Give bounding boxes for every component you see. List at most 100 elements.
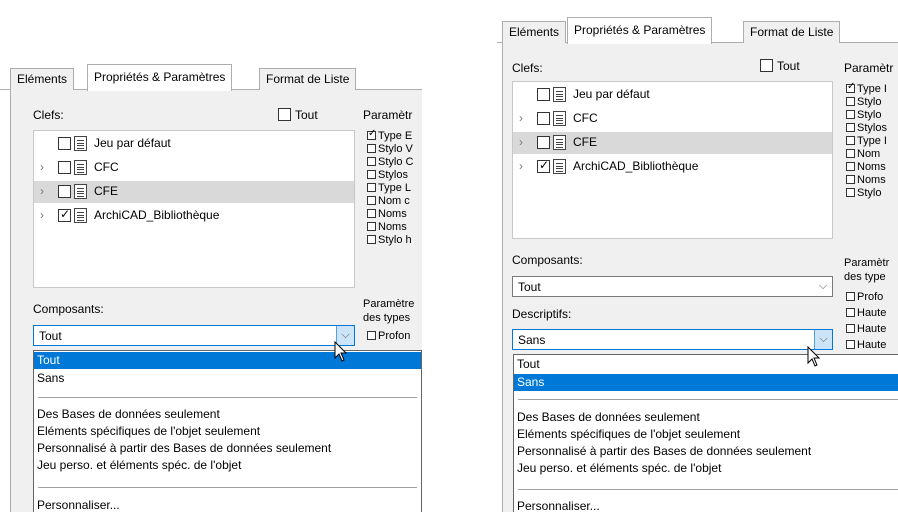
tout-checkbox[interactable] bbox=[760, 59, 773, 72]
param-item[interactable]: Nom bbox=[846, 148, 880, 161]
tab-properties-parameters[interactable]: Propriétés & Paramètres bbox=[567, 17, 713, 44]
checkbox[interactable] bbox=[58, 185, 71, 198]
param-item[interactable]: Noms bbox=[846, 161, 886, 174]
param-item[interactable]: Noms bbox=[367, 221, 407, 234]
chevron-right-icon[interactable]: › bbox=[519, 111, 529, 125]
tree-item-archicad-library[interactable]: › ArchiCAD_Bibliothèque bbox=[34, 205, 354, 227]
checkbox[interactable] bbox=[846, 123, 855, 132]
dropdown-option-customize[interactable]: Personnaliser... bbox=[514, 498, 898, 512]
checkbox[interactable] bbox=[367, 209, 376, 218]
checkbox[interactable] bbox=[367, 157, 376, 166]
param-type-item[interactable]: Haute bbox=[846, 307, 886, 320]
checkbox[interactable] bbox=[58, 161, 71, 174]
dropdown-option-all[interactable]: Tout bbox=[514, 356, 898, 373]
dropdown-option-custom-from-databases[interactable]: Personnalisé à partir des Bases de donné… bbox=[514, 443, 898, 460]
param-type-item[interactable]: Profo bbox=[846, 291, 883, 304]
chevron-right-icon[interactable]: › bbox=[40, 208, 50, 222]
dropdown-option-custom-set-and-object[interactable]: Jeu perso. et éléments spéc. de l'objet bbox=[514, 460, 898, 477]
param-item[interactable]: Stylo h bbox=[367, 234, 412, 247]
param-type-item[interactable]: Haute bbox=[846, 339, 886, 352]
checkbox[interactable] bbox=[846, 324, 855, 333]
tree-item-default-set[interactable]: Jeu par défaut bbox=[513, 84, 832, 106]
checkbox-checked[interactable] bbox=[58, 207, 71, 222]
chevron-right-icon[interactable]: › bbox=[519, 159, 529, 173]
checkbox[interactable] bbox=[537, 136, 550, 149]
keys-tree[interactable]: Jeu par défaut › CFC › CFE › ArchiCAD_Bi… bbox=[512, 81, 833, 239]
param-item[interactable]: Nom c bbox=[367, 195, 410, 208]
checkbox[interactable] bbox=[846, 188, 855, 197]
checkbox[interactable] bbox=[367, 170, 376, 179]
checkbox[interactable] bbox=[846, 110, 855, 119]
dropdown-option-none[interactable]: Sans bbox=[34, 370, 421, 387]
checkbox[interactable] bbox=[846, 308, 855, 317]
dropdown-option-object-specific-only[interactable]: Eléments spécifiques de l'objet seulemen… bbox=[514, 426, 898, 443]
tree-item-archicad-library[interactable]: › ArchiCAD_Bibliothèque bbox=[513, 156, 832, 178]
tab-properties-parameters[interactable]: Propriétés & Paramètres bbox=[87, 64, 233, 91]
param-label: Profon bbox=[378, 330, 411, 342]
param-item[interactable]: Type L bbox=[367, 182, 411, 195]
param-type-item[interactable]: Profon bbox=[367, 330, 410, 343]
chevron-right-icon[interactable]: › bbox=[40, 184, 50, 198]
param-type-item[interactable]: Haute bbox=[846, 323, 886, 336]
components-dropdown[interactable]: Tout Sans Des Bases de données seulement… bbox=[33, 350, 422, 512]
components-select[interactable]: Tout ⌵ bbox=[512, 276, 833, 297]
checkbox[interactable] bbox=[367, 144, 376, 153]
param-item[interactable]: Stylo bbox=[846, 96, 881, 109]
checkbox-checked[interactable] bbox=[846, 81, 855, 93]
tab-elements[interactable]: Eléments bbox=[502, 21, 567, 43]
checkbox[interactable] bbox=[846, 340, 855, 349]
dropdown-option-all[interactable]: Tout bbox=[34, 352, 421, 369]
checkbox[interactable] bbox=[846, 292, 855, 301]
checkbox[interactable] bbox=[846, 175, 855, 184]
chevron-right-icon[interactable]: › bbox=[40, 160, 50, 174]
components-select[interactable]: Tout ⌵ bbox=[33, 325, 355, 346]
tab-list-format[interactable]: Format de Liste bbox=[743, 21, 841, 43]
tab-list-format[interactable]: Format de Liste bbox=[259, 68, 357, 90]
dropdown-option-object-specific-only[interactable]: Eléments spécifiques de l'objet seulemen… bbox=[34, 423, 421, 440]
param-item[interactable]: Stylo V bbox=[367, 143, 413, 156]
tree-item-cfe[interactable]: › CFE bbox=[513, 132, 832, 154]
checkbox[interactable] bbox=[58, 137, 71, 150]
checkbox[interactable] bbox=[367, 222, 376, 231]
param-item[interactable]: Stylo bbox=[846, 109, 881, 122]
checkbox[interactable] bbox=[846, 149, 855, 158]
param-item[interactable]: Stylos bbox=[367, 169, 408, 182]
components-label: Composants: bbox=[512, 253, 583, 267]
checkbox-checked[interactable] bbox=[537, 158, 550, 173]
checkbox[interactable] bbox=[537, 112, 550, 125]
chevron-right-icon[interactable]: › bbox=[519, 135, 529, 149]
dropdown-option-databases-only[interactable]: Des Bases de données seulement bbox=[34, 406, 421, 423]
keys-tree[interactable]: Jeu par défaut › CFC › CFE › ArchiCAD_Bi… bbox=[33, 130, 355, 288]
param-item[interactable]: Type I bbox=[846, 135, 887, 148]
tree-item-cfe[interactable]: › CFE bbox=[34, 181, 354, 203]
tab-elements[interactable]: Eléments bbox=[10, 68, 75, 90]
param-item[interactable]: Type I bbox=[846, 81, 887, 96]
param-item[interactable]: Noms bbox=[846, 174, 886, 187]
checkbox[interactable] bbox=[846, 162, 855, 171]
descriptions-select[interactable]: Sans ⌵ bbox=[512, 329, 833, 350]
param-item[interactable]: Stylo C bbox=[367, 156, 413, 169]
tout-checkbox[interactable] bbox=[278, 108, 291, 121]
chevron-down-icon[interactable]: ⌵ bbox=[814, 277, 832, 296]
dropdown-option-custom-from-databases[interactable]: Personnalisé à partir des Bases de donné… bbox=[34, 440, 421, 457]
checkbox[interactable] bbox=[846, 136, 855, 145]
dropdown-option-custom-set-and-object[interactable]: Jeu perso. et éléments spéc. de l'objet bbox=[34, 457, 421, 474]
checkbox-checked[interactable] bbox=[367, 128, 376, 140]
param-item[interactable]: Stylo bbox=[846, 187, 881, 200]
dropdown-option-databases-only[interactable]: Des Bases de données seulement bbox=[514, 409, 898, 426]
checkbox[interactable] bbox=[846, 97, 855, 106]
tree-item-cfc[interactable]: › CFC bbox=[513, 108, 832, 130]
checkbox[interactable] bbox=[367, 235, 376, 244]
checkbox[interactable] bbox=[367, 196, 376, 205]
tree-item-default-set[interactable]: Jeu par défaut bbox=[34, 133, 354, 155]
param-item[interactable]: Noms bbox=[367, 208, 407, 221]
checkbox[interactable] bbox=[367, 183, 376, 192]
param-item[interactable]: Type E bbox=[367, 128, 412, 143]
dropdown-option-none[interactable]: Sans bbox=[514, 374, 898, 391]
dropdown-option-customize[interactable]: Personnaliser... bbox=[34, 497, 421, 512]
param-item[interactable]: Stylos bbox=[846, 122, 887, 135]
descriptions-dropdown[interactable]: Tout Sans Des Bases de données seulement… bbox=[513, 354, 898, 512]
tree-item-cfc[interactable]: › CFC bbox=[34, 157, 354, 179]
checkbox[interactable] bbox=[367, 331, 376, 340]
checkbox[interactable] bbox=[537, 88, 550, 101]
